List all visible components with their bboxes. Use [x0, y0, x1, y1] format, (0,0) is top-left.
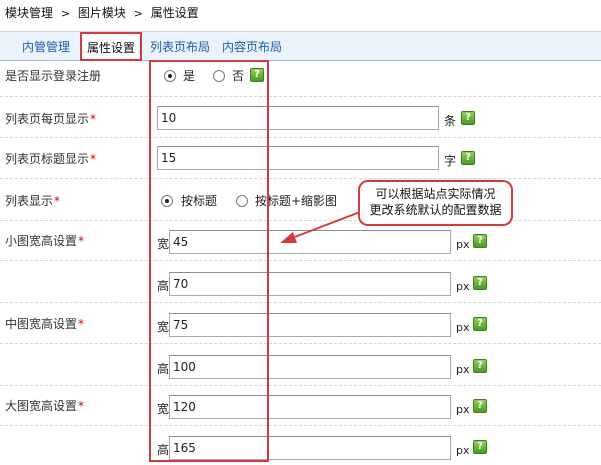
row-divider — [0, 302, 601, 303]
list-display-label: 列表显示* — [5, 194, 61, 208]
small-width-input[interactable] — [169, 230, 451, 254]
breadcrumb-item-attribute-settings: 属性设置 — [150, 6, 199, 20]
title-length-label: 列表页标题显示* — [5, 152, 97, 166]
help-icon[interactable]: ? — [461, 151, 475, 165]
tab-content-page-layout[interactable]: 内容页布局 — [222, 37, 282, 57]
medium-width-prefix: 宽 — [157, 320, 170, 334]
breadcrumb-item-image-module[interactable]: 图片模块 — [78, 6, 126, 20]
help-icon[interactable]: ? — [250, 68, 264, 82]
large-height-unit: px — [456, 444, 470, 457]
tab-attribute-settings[interactable]: 属性设置 — [80, 32, 143, 61]
medium-width-unit: px — [456, 321, 470, 334]
breadcrumb-separator: > — [133, 7, 143, 20]
large-image-size-label: 大图宽高设置* — [5, 399, 85, 413]
per-page-unit: 条 — [444, 114, 457, 128]
help-icon[interactable]: ? — [473, 399, 487, 413]
large-width-unit: px — [456, 403, 470, 416]
row-divider — [0, 96, 601, 97]
per-page-input[interactable] — [157, 106, 439, 130]
login-no-label: 否 — [232, 69, 245, 83]
row-divider — [0, 137, 601, 138]
row-divider — [0, 385, 601, 386]
annotation-callout: 可以根据站点实际情况 更改系统默认的配置数据 — [358, 180, 513, 226]
row-divider — [0, 178, 601, 179]
small-width-prefix: 宽 — [157, 237, 170, 251]
help-icon[interactable]: ? — [473, 359, 487, 373]
list-by-title-label: 按标题 — [181, 194, 218, 208]
help-icon[interactable]: ? — [473, 440, 487, 454]
tab-bar: 内管管理 属性设置 列表页布局 内容页布局 — [0, 31, 601, 61]
tab-list-page-layout[interactable]: 列表页布局 — [150, 37, 210, 57]
small-image-size-label: 小图宽高设置* — [5, 234, 85, 248]
list-by-title-thumbnail-radio[interactable] — [236, 195, 248, 207]
row-divider — [0, 425, 601, 426]
tab-content-management[interactable]: 内管管理 — [22, 37, 70, 57]
row-divider — [0, 260, 601, 261]
breadcrumb: 模块管理 > 图片模块 > 属性设置 — [5, 5, 199, 21]
title-length-input[interactable] — [157, 146, 439, 170]
row-divider — [0, 343, 601, 344]
large-width-input[interactable] — [169, 395, 451, 419]
small-width-unit: px — [456, 238, 470, 251]
small-height-unit: px — [456, 280, 470, 293]
callout-line-1: 可以根据站点实际情况 — [375, 187, 496, 201]
breadcrumb-item-module-management[interactable]: 模块管理 — [5, 6, 53, 20]
small-height-prefix: 高 — [157, 279, 170, 293]
small-height-input[interactable] — [169, 272, 451, 296]
callout-line-2: 更改系统默认的配置数据 — [369, 203, 502, 217]
help-icon[interactable]: ? — [473, 234, 487, 248]
help-icon[interactable]: ? — [461, 111, 475, 125]
login-yes-label: 是 — [183, 69, 196, 83]
login-yes-radio[interactable] — [164, 70, 176, 82]
large-height-input[interactable] — [169, 436, 451, 460]
list-by-title-thumbnail-label: 按标题+缩影图 — [255, 194, 338, 208]
medium-height-unit: px — [456, 363, 470, 376]
help-icon[interactable]: ? — [473, 317, 487, 331]
login-no-radio[interactable] — [213, 70, 225, 82]
title-length-unit: 字 — [444, 154, 457, 168]
large-height-prefix: 高 — [157, 443, 170, 457]
medium-height-input[interactable] — [169, 355, 451, 379]
breadcrumb-separator: > — [60, 7, 71, 20]
medium-image-size-label: 中图宽高设置* — [5, 317, 85, 331]
login-register-label: 是否显示登录注册 — [5, 69, 102, 83]
medium-height-prefix: 高 — [157, 362, 170, 376]
list-by-title-radio[interactable] — [161, 195, 173, 207]
per-page-label: 列表页每页显示* — [5, 112, 97, 126]
help-icon[interactable]: ? — [473, 276, 487, 290]
medium-width-input[interactable] — [169, 313, 451, 337]
large-width-prefix: 宽 — [157, 402, 170, 416]
